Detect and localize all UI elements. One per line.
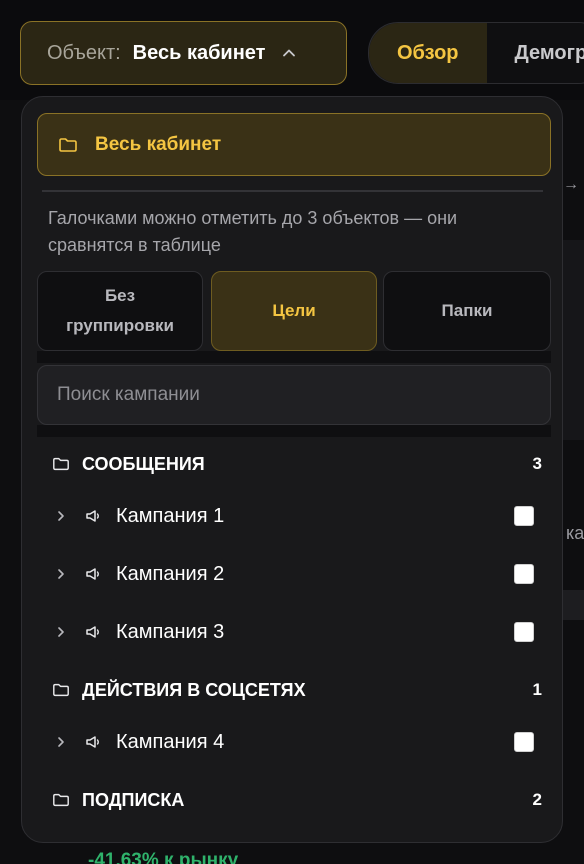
group-count: 3	[532, 454, 542, 473]
grouping-goals-button[interactable]: Цели	[211, 271, 377, 351]
background-arrow: →	[563, 176, 579, 193]
megaphone-icon	[84, 507, 102, 525]
background-card	[563, 590, 584, 620]
tab-demographics[interactable]: Демогр	[486, 23, 584, 83]
folder-icon	[58, 135, 78, 155]
tab-overview[interactable]: Обзор	[369, 23, 487, 83]
search-backdrop	[37, 425, 551, 437]
campaign-checkbox[interactable]	[514, 564, 534, 584]
campaign-name: Кампания 4	[116, 730, 225, 753]
chevron-right-icon[interactable]	[54, 625, 68, 639]
selection-hint: Галочками можно отметить до 3 объектов —…	[48, 208, 458, 255]
megaphone-icon	[84, 733, 102, 751]
grouping-backdrop	[37, 351, 551, 363]
megaphone-icon	[84, 623, 102, 641]
folder-icon	[52, 455, 70, 473]
chevron-up-icon	[281, 45, 297, 61]
group-header-social-actions[interactable]: ДЕЙСТВИЯ В СОЦСЕТЯХ 1	[52, 675, 542, 705]
grouping-none-button[interactable]: Без группировки	[37, 271, 203, 351]
group-title: ДЕЙСТВИЯ В СОЦСЕТЯХ	[82, 679, 306, 700]
campaign-name: Кампания 3	[116, 620, 225, 643]
campaign-row[interactable]: Кампания 1	[54, 499, 534, 533]
background-partial-text: ка	[566, 523, 584, 543]
folder-icon	[52, 791, 70, 809]
divider	[42, 190, 543, 192]
grouping-goals-label: Цели	[272, 301, 316, 320]
view-tabs: Обзор Демогр	[368, 22, 584, 84]
chevron-right-icon[interactable]	[54, 735, 68, 749]
campaign-row[interactable]: Кампания 4	[54, 725, 534, 759]
background-card	[563, 240, 584, 440]
campaign-search[interactable]	[37, 365, 551, 425]
object-selector-value: Весь кабинет	[132, 41, 266, 64]
campaign-checkbox[interactable]	[514, 622, 534, 642]
grouping-folders-button[interactable]: Папки	[383, 271, 551, 351]
grouping-folders-label: Папки	[441, 301, 493, 320]
campaign-search-input[interactable]	[57, 384, 550, 406]
campaign-row[interactable]: Кампания 2	[54, 557, 534, 591]
object-selector-label: Объект:	[47, 41, 121, 64]
group-header-messages[interactable]: СООБЩЕНИЯ 3	[52, 449, 542, 479]
object-selector-button[interactable]: Объект: Весь кабинет	[20, 21, 347, 85]
campaign-name: Кампания 1	[116, 504, 225, 527]
all-cabinet-option[interactable]: Весь кабинет	[37, 113, 551, 176]
campaign-checkbox[interactable]	[514, 732, 534, 752]
chevron-right-icon[interactable]	[54, 509, 68, 523]
group-count: 1	[532, 680, 542, 699]
megaphone-icon	[84, 565, 102, 583]
grouping-none-label: Без группировки	[66, 286, 174, 335]
background-metric: -41,63% к рынку	[88, 850, 239, 864]
group-header-subscription[interactable]: ПОДПИСКА 2	[52, 785, 542, 815]
campaign-row[interactable]: Кампания 3	[54, 615, 534, 649]
object-dropdown: Весь кабинет Галочками можно отметить до…	[21, 96, 563, 843]
campaign-name: Кампания 2	[116, 562, 225, 585]
all-cabinet-label: Весь кабинет	[95, 133, 222, 155]
chevron-right-icon[interactable]	[54, 567, 68, 581]
group-count: 2	[532, 790, 542, 809]
folder-icon	[52, 681, 70, 699]
group-title: ПОДПИСКА	[82, 789, 185, 810]
group-title: СООБЩЕНИЯ	[82, 453, 205, 474]
campaign-checkbox[interactable]	[514, 506, 534, 526]
